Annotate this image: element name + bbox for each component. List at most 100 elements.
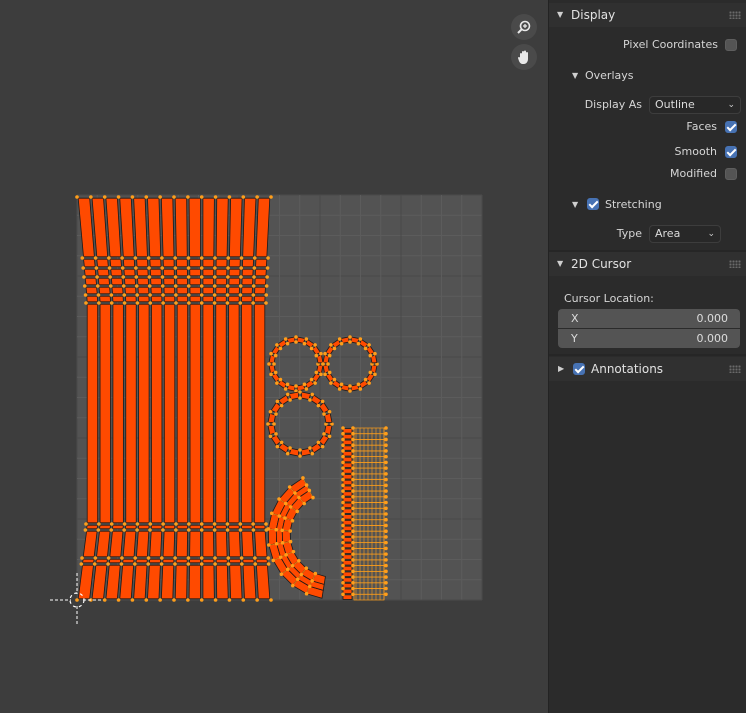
- cursor-y-field[interactable]: Y 0.000: [558, 329, 740, 348]
- overlays-collapse-arrow-icon[interactable]: ▼: [572, 71, 578, 80]
- annotations-checkbox[interactable]: [573, 363, 585, 375]
- faces-checkbox[interactable]: [725, 121, 737, 133]
- uv-vertex: [384, 426, 388, 430]
- uv-vertex: [174, 301, 178, 305]
- uv-vertex: [313, 571, 318, 576]
- modified-checkbox[interactable]: [725, 168, 737, 180]
- uv-vertex: [351, 454, 355, 459]
- uv-vertex: [269, 372, 273, 377]
- uv-vertex: [199, 562, 204, 566]
- uv-vertex: [332, 377, 337, 382]
- drag-grip-icon[interactable]: [729, 11, 741, 19]
- uv-vertex: [275, 444, 280, 449]
- uv-vertex: [351, 540, 355, 545]
- uv-vertex: [351, 500, 355, 505]
- uv-vertex: [337, 387, 342, 391]
- uv-vertex: [174, 293, 178, 297]
- uv-vertex: [212, 284, 217, 288]
- uv-vertex: [108, 284, 113, 288]
- uv-face: [150, 524, 163, 530]
- uv-vertex: [294, 335, 298, 339]
- uv-vertex: [351, 569, 355, 574]
- uv-face: [189, 277, 201, 286]
- uv-face: [228, 303, 240, 524]
- uv-face: [342, 525, 353, 531]
- uv-vertex: [225, 301, 230, 305]
- uv-vertex: [279, 403, 284, 408]
- expand-arrow-icon[interactable]: ▶: [558, 364, 564, 373]
- uv-vertex: [238, 293, 243, 297]
- uv-face: [174, 564, 188, 600]
- chevron-down-icon: ⌄: [727, 100, 735, 110]
- uv-vertex: [327, 370, 332, 375]
- uv-face: [229, 558, 242, 564]
- uv-vertex: [316, 403, 321, 408]
- uv-vertex: [186, 528, 191, 532]
- collapse-arrow-icon[interactable]: ▼: [557, 10, 563, 19]
- uv-face: [228, 286, 240, 295]
- uv-face: [242, 258, 254, 268]
- uv-vertex: [384, 540, 388, 545]
- uv-canvas[interactable]: [0, 0, 548, 713]
- uv-vertex: [265, 275, 269, 279]
- uv-vertex: [238, 284, 243, 288]
- uv-face: [215, 303, 227, 524]
- uv-face: [253, 295, 266, 303]
- collapse-arrow-icon[interactable]: ▼: [557, 259, 563, 268]
- uv-face: [160, 564, 175, 600]
- stretch-type-dropdown[interactable]: Area ⌄: [649, 225, 721, 243]
- uv-face: [202, 258, 215, 268]
- zoom-icon[interactable]: [511, 14, 537, 40]
- uv-vertex: [116, 598, 121, 602]
- uv-vertex: [199, 522, 204, 526]
- uv-vertex: [121, 275, 126, 279]
- uv-face: [202, 524, 214, 530]
- uv-vertex: [213, 266, 217, 270]
- uv-vertex: [119, 562, 124, 566]
- pixel-coordinates-label: Pixel Coordinates: [623, 38, 718, 51]
- uv-vertex: [298, 396, 302, 400]
- hand-pan-icon[interactable]: [511, 44, 537, 70]
- uv-face: [342, 560, 353, 566]
- uv-vertex: [298, 448, 302, 452]
- stretching-checkbox[interactable]: [587, 198, 599, 210]
- uv-vertex: [96, 528, 101, 532]
- smooth-checkbox[interactable]: [725, 146, 737, 158]
- uv-face: [342, 485, 353, 491]
- uv-vertex: [278, 346, 283, 351]
- uv-vertex: [384, 454, 388, 459]
- uv-face: [176, 277, 188, 286]
- uv-editor-viewport[interactable]: [0, 0, 548, 713]
- drag-grip-icon[interactable]: [729, 365, 741, 373]
- uv-vertex: [241, 598, 246, 602]
- uv-face: [189, 258, 201, 268]
- uv-vertex: [135, 301, 140, 305]
- uv-vertex: [275, 399, 280, 404]
- cursor-panel-header[interactable]: ▼ 2D Cursor: [549, 252, 746, 276]
- uv-face: [189, 295, 201, 303]
- uv-vertex: [341, 512, 345, 516]
- annotations-panel-header[interactable]: ▶ Annotations: [549, 357, 746, 381]
- uv-face: [109, 530, 124, 558]
- cursor-title: 2D Cursor: [571, 257, 632, 271]
- display-panel-header[interactable]: ▼ Display: [549, 3, 746, 27]
- uv-vertex: [122, 293, 127, 297]
- overlays-title[interactable]: Overlays: [585, 69, 634, 82]
- uv-face: [150, 277, 162, 286]
- uv-vertex: [351, 466, 355, 470]
- stretching-collapse-arrow-icon[interactable]: ▼: [572, 200, 578, 209]
- display-as-dropdown[interactable]: Outline ⌄: [649, 96, 741, 114]
- uv-face: [229, 197, 243, 258]
- uv-vertex: [186, 195, 190, 199]
- uv-face: [202, 303, 214, 524]
- uv-vertex: [226, 275, 230, 279]
- stretching-title[interactable]: Stretching: [605, 198, 662, 211]
- drag-grip-icon[interactable]: [729, 260, 741, 268]
- uv-vertex: [304, 337, 309, 341]
- cursor-x-field[interactable]: X 0.000: [558, 309, 740, 328]
- uv-vertex: [384, 431, 388, 436]
- pixel-coordinates-checkbox[interactable]: [725, 39, 737, 51]
- uv-face: [215, 524, 227, 530]
- uv-vertex: [106, 562, 110, 566]
- uv-vertex: [146, 562, 151, 566]
